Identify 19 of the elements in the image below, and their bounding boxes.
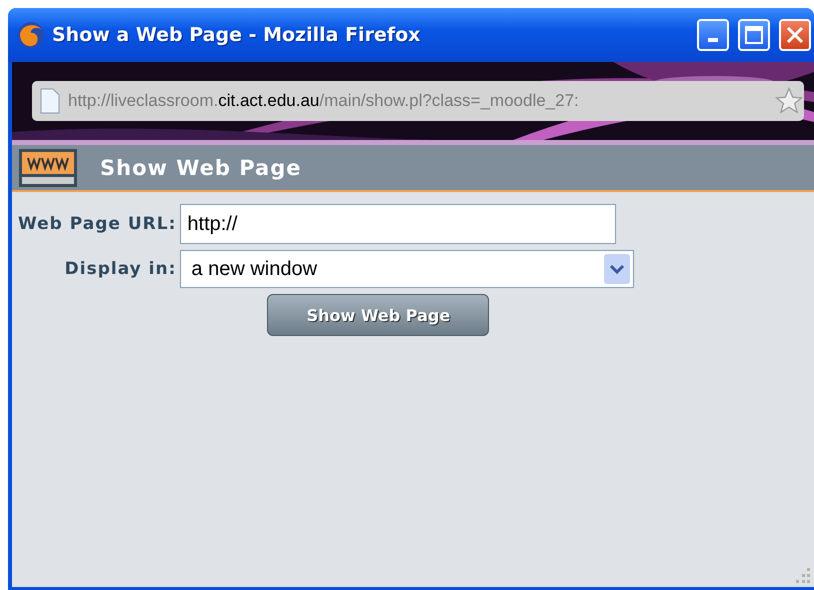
field-label: Display in:: [64, 259, 176, 279]
maximize-button[interactable]: [738, 19, 770, 51]
star-icon[interactable]: [774, 86, 804, 116]
minimize-button[interactable]: [697, 19, 729, 51]
minimize-icon: [708, 38, 718, 42]
close-button[interactable]: [779, 19, 811, 51]
field-label: Web Page URL:: [18, 214, 176, 234]
close-icon: [786, 26, 804, 44]
panel-title: Show Web Page: [100, 156, 302, 180]
firefox-icon: [16, 20, 46, 50]
url-text: http://liveclassroom.cit.act.edu.au/main/show.pl?class=_moodle_27:: [68, 91, 580, 111]
dropdown-icon: [603, 253, 632, 285]
display-select[interactable]: a new window: [180, 250, 634, 288]
page-icon: [40, 88, 60, 114]
address-bar[interactable]: http://liveclassroom.cit.act.edu.au/main/show.pl?class=_moodle_27:: [32, 81, 804, 121]
url-input[interactable]: http://: [180, 204, 616, 244]
www-icon: [18, 148, 78, 188]
window-title: Show a Web Page - Mozilla Firefox: [52, 24, 422, 46]
maximize-icon: [745, 26, 763, 44]
